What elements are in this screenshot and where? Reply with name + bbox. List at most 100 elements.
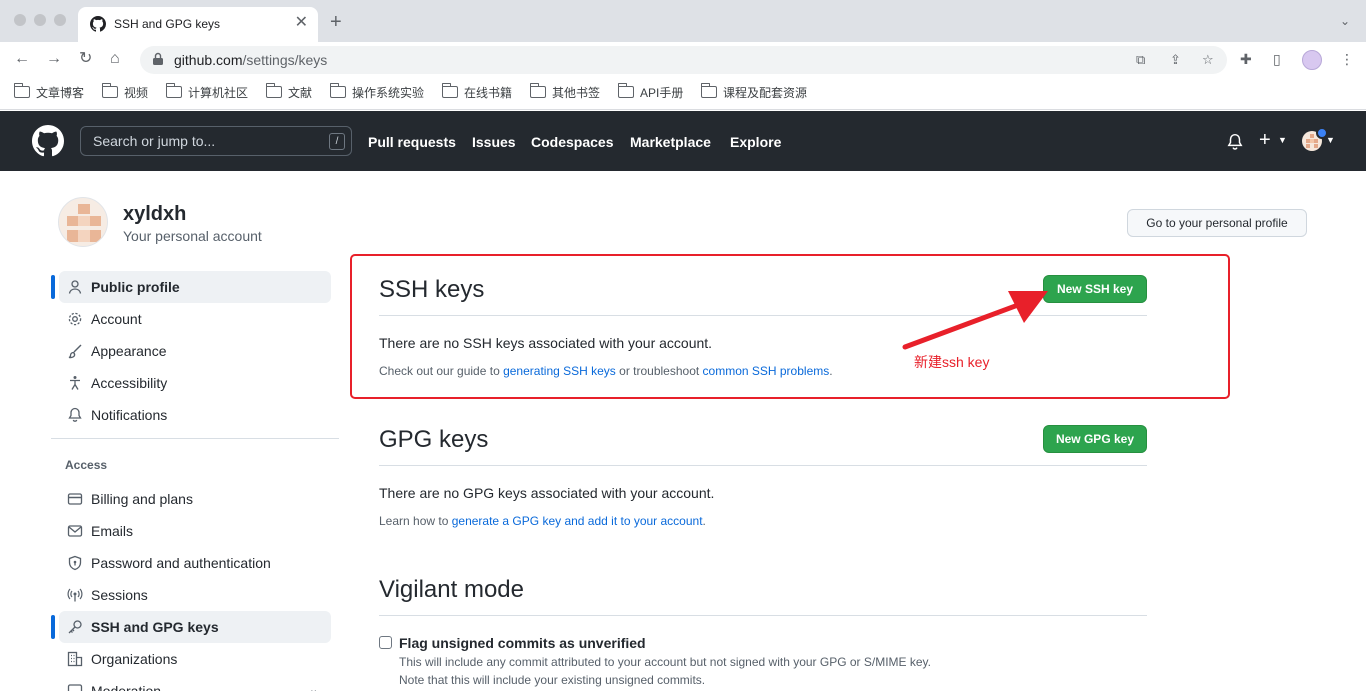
lock-icon (153, 52, 163, 65)
home-icon[interactable]: ⌂ (110, 49, 120, 69)
flag-unsigned-commits-checkbox[interactable] (379, 636, 392, 649)
nav-codespaces[interactable]: Codespaces (531, 134, 613, 150)
report-icon (67, 684, 83, 691)
address-bar[interactable]: github.com/settings/keys ⧉ ⇪ ☆ (140, 46, 1227, 74)
window-minimize-dot[interactable] (34, 14, 46, 26)
bookmark-folder[interactable]: 视频 (102, 83, 149, 100)
sidebar-item-billing[interactable]: Billing and plans (59, 483, 331, 515)
nav-issues[interactable]: Issues (472, 134, 516, 150)
sidebar-item-label: Billing and plans (91, 491, 193, 507)
share-icon[interactable]: ⇪ (1170, 52, 1181, 68)
nav-marketplace[interactable]: Marketplace (630, 134, 711, 150)
section-divider (379, 615, 1147, 616)
translate-icon[interactable]: ⧉ (1136, 52, 1145, 68)
active-indicator (51, 275, 55, 299)
gpg-empty-message: There are no GPG keys associated with yo… (379, 485, 715, 501)
bookmark-folder[interactable]: 课程及配套资源 (701, 83, 808, 100)
go-to-profile-button[interactable]: Go to your personal profile (1127, 209, 1307, 237)
star-icon[interactable]: ☆ (1202, 52, 1214, 68)
sidebar-item-label: Public profile (91, 279, 180, 295)
sidebar-item-label: SSH and GPG keys (91, 619, 219, 635)
bookmark-label: 视频 (124, 85, 149, 100)
gpg-learn-text: Learn how to generate a GPG key and add … (379, 514, 706, 528)
sidebar-item-sessions[interactable]: Sessions (59, 579, 331, 611)
reload-icon[interactable]: ↻ (79, 49, 92, 69)
sidebar-section-heading: Access (65, 458, 108, 472)
broadcast-icon (67, 588, 83, 602)
sidebar-item-organizations[interactable]: Organizations (59, 643, 331, 675)
bookmark-folder[interactable]: 其他书签 (530, 83, 601, 100)
search-input[interactable]: Search or jump to... / (80, 126, 352, 156)
nav-explore[interactable]: Explore (730, 134, 781, 150)
side-panel-icon[interactable]: ▯ (1273, 51, 1281, 68)
sidebar-item-accessibility[interactable]: Accessibility (59, 367, 331, 399)
accessibility-icon (70, 376, 80, 390)
sidebar-item-account[interactable]: Account (59, 303, 331, 335)
browser-menu-icon[interactable]: ⋮ (1340, 51, 1354, 68)
bookmark-folder[interactable]: 计算机社区 (166, 83, 249, 100)
back-arrow-icon[interactable]: ← (14, 49, 30, 69)
sidebar-item-moderation[interactable]: Moderation ⌄ (59, 675, 331, 691)
slash-shortcut-badge: / (329, 133, 345, 150)
sidebar-item-password[interactable]: Password and authentication (59, 547, 331, 579)
browser-profile-avatar[interactable] (1302, 50, 1322, 70)
browser-toolbar: ← → ↻ ⌂ github.com/settings/keys ⧉ ⇪ ☆ ✚… (0, 42, 1366, 78)
tab-close-icon[interactable]: ✕ (295, 14, 308, 32)
user-menu-caret-icon[interactable]: ▼ (1326, 135, 1335, 145)
paintbrush-icon (68, 344, 82, 359)
bookmark-folder[interactable]: 在线书籍 (442, 83, 513, 100)
sidebar-item-label: Appearance (91, 343, 167, 359)
extensions-puzzle-icon[interactable]: ✚ (1240, 51, 1252, 68)
sidebar-item-emails[interactable]: Emails (59, 515, 331, 547)
bookmark-folder[interactable]: 操作系统实验 (330, 83, 424, 100)
annotation-highlight-box (350, 254, 1230, 399)
create-caret-icon[interactable]: ▼ (1278, 135, 1287, 145)
key-icon (68, 620, 82, 634)
annotation-label: 新建ssh key (914, 354, 990, 370)
checkbox-note-2: Note that this will include your existin… (399, 673, 706, 687)
browser-tab[interactable]: SSH and GPG keys ✕ (78, 7, 318, 42)
sidebar-item-label: Account (91, 311, 142, 327)
gear-icon (68, 312, 82, 326)
nav-pull-requests[interactable]: Pull requests (368, 134, 456, 150)
bookmark-folder[interactable]: 文献 (266, 83, 313, 100)
sidebar-item-public-profile[interactable]: Public profile (59, 271, 331, 303)
folder-icon (14, 83, 30, 98)
create-new-plus-icon[interactable]: + (1259, 129, 1271, 151)
bookmark-label: 计算机社区 (188, 85, 249, 100)
sidebar-divider (51, 438, 339, 439)
mail-icon (67, 525, 83, 537)
bookmark-label: 其他书签 (552, 85, 601, 100)
notifications-bell-icon[interactable] (1226, 133, 1244, 151)
bookmark-label: 在线书籍 (464, 85, 513, 100)
new-gpg-key-button[interactable]: New GPG key (1043, 425, 1147, 453)
bookmark-label: 课程及配套资源 (723, 85, 808, 100)
checkbox-note-1: This will include any commit attributed … (399, 655, 932, 669)
window-zoom-dot[interactable] (54, 14, 66, 26)
sidebar-item-ssh-gpg-keys[interactable]: SSH and GPG keys (59, 611, 331, 643)
tab-search-chevron-icon[interactable]: ⌄ (1340, 14, 1350, 28)
window-close-dot[interactable] (14, 14, 26, 26)
active-indicator (51, 615, 55, 639)
shield-lock-icon (68, 555, 82, 571)
folder-icon (166, 83, 182, 98)
checkbox-label: Flag unsigned commits as unverified (399, 635, 646, 651)
folder-icon (330, 83, 346, 98)
generate-gpg-key-link[interactable]: generate a GPG key and add it to your ac… (452, 514, 703, 528)
learn-prefix: Learn how to (379, 514, 452, 528)
sidebar-item-appearance[interactable]: Appearance (59, 335, 331, 367)
new-tab-icon[interactable]: + (330, 11, 342, 33)
tab-title: SSH and GPG keys (114, 17, 221, 31)
bookmark-label: 文献 (288, 85, 313, 100)
chevron-down-icon: ⌄ (309, 684, 319, 691)
folder-icon (266, 83, 282, 98)
sidebar-item-notifications[interactable]: Notifications (59, 399, 331, 431)
bookmark-folder[interactable]: 文章博客 (14, 83, 84, 100)
sidebar-item-label: Accessibility (91, 375, 168, 391)
github-logo-icon[interactable] (32, 125, 64, 157)
username: xyldxh (123, 203, 187, 225)
github-header: Search or jump to... / Pull requests Iss… (0, 111, 1366, 171)
bookmark-folder[interactable]: API手册 (618, 83, 684, 100)
bookmark-label: API手册 (640, 85, 684, 100)
forward-arrow-icon[interactable]: → (46, 49, 62, 69)
